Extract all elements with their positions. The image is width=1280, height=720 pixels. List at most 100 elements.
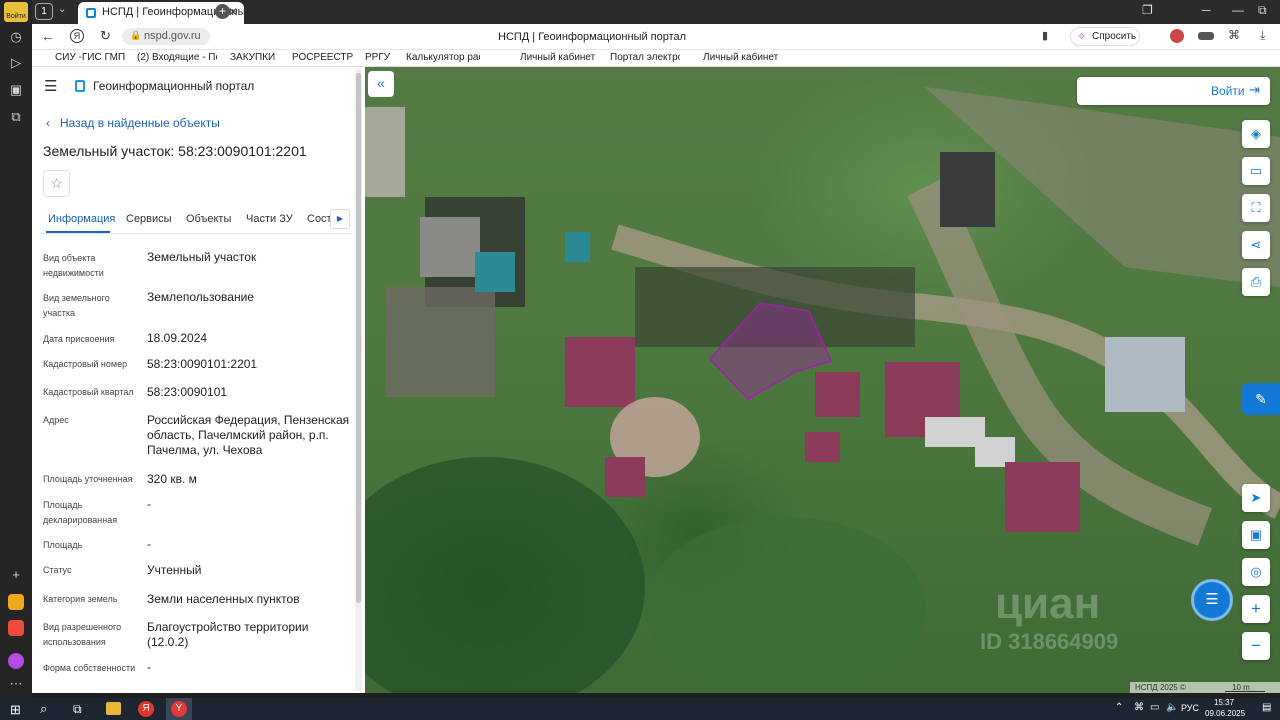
bookmark-item[interactable]: Личный кабинет — [520, 52, 595, 63]
ruler-icon[interactable]: ▭ — [1242, 157, 1270, 185]
windows-start-icon[interactable]: ⊞ — [10, 702, 21, 718]
ask-icon: ✧ — [1077, 31, 1087, 43]
vpn-icon[interactable] — [1198, 32, 1214, 40]
tab-list-chevron-icon[interactable]: ⌄ — [58, 4, 66, 15]
field-label: Площадь — [43, 540, 83, 550]
field-value: Земли населенных пунктов — [147, 592, 300, 606]
bookmark-item[interactable]: РОСРЕЕСТР — [292, 52, 353, 63]
object-title: Земельный участок: 58:23:0090101:2201 — [43, 143, 307, 159]
chat-bubble-button[interactable]: ☰ — [1191, 579, 1233, 621]
satellite-map[interactable]: « Войти ⇥ ◈ ▭ ⛶ ⋖ ⎙ ✎ ➤ ▣ ◎ + − ☰ циан I… — [365, 67, 1280, 693]
tab-parts[interactable]: Части ЗУ — [246, 213, 293, 225]
volume-icon[interactable]: 🔈 — [1166, 702, 1178, 713]
layers-icon[interactable]: ◈ — [1242, 120, 1270, 148]
screenshot-icon[interactable]: ⧉ — [6, 107, 26, 127]
explorer-icon[interactable] — [106, 702, 121, 715]
notifications-icon[interactable]: ▤ — [1262, 702, 1271, 713]
portal-logo-icon — [75, 80, 85, 92]
counter-icon[interactable]: ▣ — [6, 80, 26, 100]
clock-date[interactable]: 09.06.2025 — [1205, 709, 1245, 718]
field-label: Дата присвоения — [43, 334, 115, 344]
bookmark-item[interactable]: ЗАКУПКИ — [230, 52, 275, 63]
search-icon[interactable]: ⌕ — [40, 701, 47, 717]
object-info-panel: ☰ Геоинформационный портал ‹ Назад в найд… — [32, 67, 365, 693]
field-value: 58:23:0090101:2201 — [147, 357, 258, 371]
support-chat-icon[interactable]: ✎ — [1242, 383, 1280, 415]
new-tab-button[interactable]: + — [215, 4, 230, 19]
reload-icon[interactable]: ↻ — [100, 28, 111, 44]
bookmark-icon[interactable]: ▮ — [1042, 29, 1048, 42]
field-label: Адрес — [43, 415, 69, 425]
ask-button[interactable]: ✧ Спросить — [1070, 27, 1140, 46]
url-text: nspd.gov.ru — [144, 30, 201, 42]
lock-icon: 🔒 — [130, 30, 142, 40]
url-field[interactable]: 🔒 nspd.gov.ru — [122, 28, 210, 45]
bookmark-item[interactable]: (2) Входящие - По — [137, 52, 217, 63]
field-value: Земельный участок — [147, 250, 257, 264]
network-icon[interactable]: ⌘ — [1134, 702, 1144, 713]
back-icon[interactable]: ← — [41, 28, 55, 44]
yandex-logo-icon[interactable]: Я — [70, 29, 84, 43]
favorite-star-button[interactable]: ☆ — [43, 170, 70, 197]
picture-in-picture-icon[interactable]: ▣ — [1242, 521, 1270, 549]
tab-services[interactable]: Сервисы — [126, 213, 172, 225]
field-label: Статус — [43, 565, 72, 575]
scale-bar — [1225, 691, 1265, 692]
app-badge-alice-icon[interactable] — [8, 653, 24, 669]
panel-scrollbar-thumb[interactable] — [356, 73, 361, 603]
tabs-scroll-right-button[interactable]: ▶ — [330, 209, 350, 229]
share-icon[interactable]: ⋖ — [1242, 231, 1270, 259]
yandex-app-icon[interactable]: Y — [166, 698, 192, 720]
panel-scrollbar[interactable] — [355, 69, 362, 691]
select-area-icon[interactable]: ⛶ — [1242, 194, 1270, 222]
add-icon[interactable]: + — [6, 565, 26, 585]
field-label: Категория земель — [43, 594, 118, 604]
clock-time[interactable]: 15:37 — [1214, 698, 1234, 707]
tray-up-icon[interactable]: ⌃ — [1115, 702, 1123, 713]
bookmark-item[interactable]: Калькулятор рас — [406, 52, 480, 63]
watermark-brand: циан — [995, 579, 1101, 628]
print-icon[interactable]: ⎙ — [1242, 268, 1270, 296]
extension-icon[interactable] — [1170, 29, 1184, 43]
bookmark-item[interactable]: РРГУ — [365, 52, 390, 63]
task-view-icon[interactable]: ⧉ — [73, 702, 82, 717]
bookmark-item[interactable]: СИУ -ГИС ГМП — [55, 52, 125, 63]
profile-avatar[interactable]: Войти — [4, 2, 28, 22]
tab-objects[interactable]: Объекты — [186, 213, 231, 225]
minimize-window-icon[interactable]: — — [1232, 3, 1244, 17]
field-value: 18.09.2024 — [147, 331, 208, 345]
tray-device-icon[interactable]: ▭ — [1150, 702, 1159, 713]
downloads-icon[interactable]: ⤓ — [1260, 28, 1265, 43]
field-value: Российская Федерация, Пензенская область… — [147, 413, 350, 457]
app-badge-red-icon[interactable] — [8, 620, 24, 636]
zoom-in-icon[interactable]: + — [1242, 595, 1270, 623]
back-to-results-link[interactable]: ‹ Назад в найденные объекты — [46, 116, 220, 130]
map-imagery — [365, 87, 1280, 693]
ask-label: Спросить — [1092, 31, 1137, 42]
bookmark-item[interactable]: Личный кабинет — [703, 52, 778, 63]
locate-icon[interactable]: ➤ — [1242, 484, 1270, 512]
history-icon[interactable]: ◷ — [6, 27, 26, 47]
more-icon[interactable]: ⋯ — [6, 674, 26, 694]
media-icon[interactable]: ▷ — [6, 53, 26, 73]
collapse-panel-button[interactable]: « — [368, 71, 394, 97]
geolocation-icon[interactable]: ◎ — [1242, 558, 1270, 586]
tab-information[interactable]: Информация — [48, 213, 115, 225]
minimize-icon[interactable]: ─ — [1202, 3, 1211, 17]
menu-icon[interactable]: ☰ — [44, 77, 57, 95]
yandex-browser-icon[interactable]: Я — [138, 701, 154, 717]
language-indicator[interactable]: РУС — [1181, 703, 1199, 713]
field-value: Учтенный — [147, 563, 202, 577]
zoom-out-icon[interactable]: − — [1242, 632, 1270, 660]
login-arrow-icon: ⇥ — [1249, 82, 1260, 97]
translate-icon[interactable]: ⌘ — [1228, 28, 1240, 42]
maximize-icon[interactable]: ⧉ — [1258, 3, 1267, 18]
field-value: Благоустройство территории (12.0.2) — [147, 620, 309, 649]
bookmark-item[interactable]: Портал электрос — [610, 52, 680, 63]
field-label: Кадастровый номер — [43, 359, 128, 369]
tab-counter[interactable]: 1 — [35, 3, 53, 20]
window-tile-icon[interactable]: ❐ — [1142, 3, 1153, 17]
app-badge-yellow-icon[interactable] — [8, 594, 24, 610]
rail-login-label: Войти — [6, 13, 26, 20]
map-login-button[interactable]: Войти ⇥ — [1077, 77, 1270, 105]
